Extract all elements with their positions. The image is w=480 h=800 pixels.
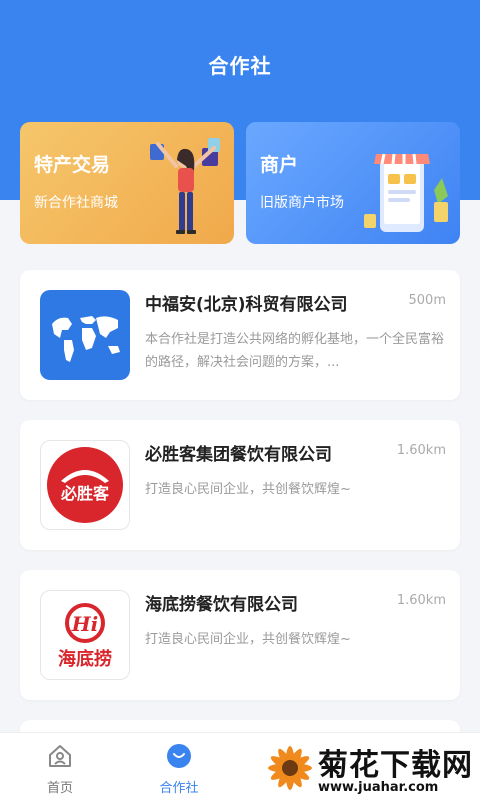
shopping-woman-illustration: [150, 138, 220, 234]
distance-label: 1.60km: [396, 443, 446, 458]
phone-store-illustration: [364, 153, 448, 232]
company-description: 本合作社是打造公共网络的孵化基地，一个全民富裕的路径，解决社会问题的方案，...: [145, 332, 445, 370]
company-logo: [40, 290, 130, 380]
svg-text:必胜客: 必胜客: [60, 484, 110, 503]
tab-home-label: 首页: [46, 781, 73, 796]
cooperative-card-pizzahut[interactable]: 必胜客 必胜客集团餐饮有限公司 1.60km 打造良心民间企业，共创餐饮辉煌~: [20, 420, 460, 550]
page-title: 合作社: [208, 54, 272, 78]
company-description: 打造良心民间企业，共创餐饮辉煌~: [145, 632, 351, 647]
pizzahut-logo-icon: 必胜客: [47, 447, 123, 523]
distance-label: 1.60km: [396, 593, 446, 608]
home-icon: [49, 745, 71, 767]
special-trade-title: 特产交易: [34, 154, 111, 176]
watermark-url: www.juahar.com: [318, 780, 439, 795]
svg-text:Hi: Hi: [71, 612, 99, 636]
cooperative-card-haidilao[interactable]: Hi 海底捞 海底捞餐饮有限公司 1.60km 打造良心民间企业，共创餐饮辉煌~: [20, 570, 460, 700]
world-map-icon: [52, 316, 120, 362]
tab-cooperative-label: 合作社: [159, 781, 199, 796]
company-logo: 必胜客: [40, 440, 130, 530]
watermark: 菊花下载网 www.juahar.com: [262, 736, 480, 800]
cooperative-card-zhongfuan[interactable]: 中福安(北京)科贸有限公司 500m 本合作社是打造公共网络的孵化基地，一个全民…: [20, 270, 460, 400]
distance-label: 500m: [408, 293, 446, 308]
company-description: 打造良心民间企业，共创餐饮辉煌~: [145, 482, 351, 497]
tab-cooperative[interactable]: 合作社: [134, 743, 224, 796]
tab-home[interactable]: 首页: [15, 743, 105, 796]
company-logo: Hi 海底捞: [40, 590, 130, 680]
merchant-title: 商户: [260, 154, 299, 176]
cooperative-icon: [167, 744, 191, 768]
special-trade-card[interactable]: 特产交易 新合作社商城: [20, 122, 234, 244]
company-name: 海底捞餐饮有限公司: [145, 595, 298, 615]
company-name: 中福安(北京)科贸有限公司: [145, 295, 348, 315]
special-trade-subtitle: 新合作社商城: [34, 195, 118, 211]
watermark-text: 菊花下载网: [318, 748, 473, 783]
chrysanthemum-logo-icon: [268, 746, 312, 790]
merchant-subtitle: 旧版商户市场: [260, 195, 344, 211]
company-name: 必胜客集团餐饮有限公司: [145, 445, 332, 465]
haidilao-logo-icon: Hi 海底捞: [58, 603, 112, 670]
svg-text:海底捞: 海底捞: [58, 648, 112, 670]
merchant-card[interactable]: 商户 旧版商户市场: [246, 122, 460, 244]
